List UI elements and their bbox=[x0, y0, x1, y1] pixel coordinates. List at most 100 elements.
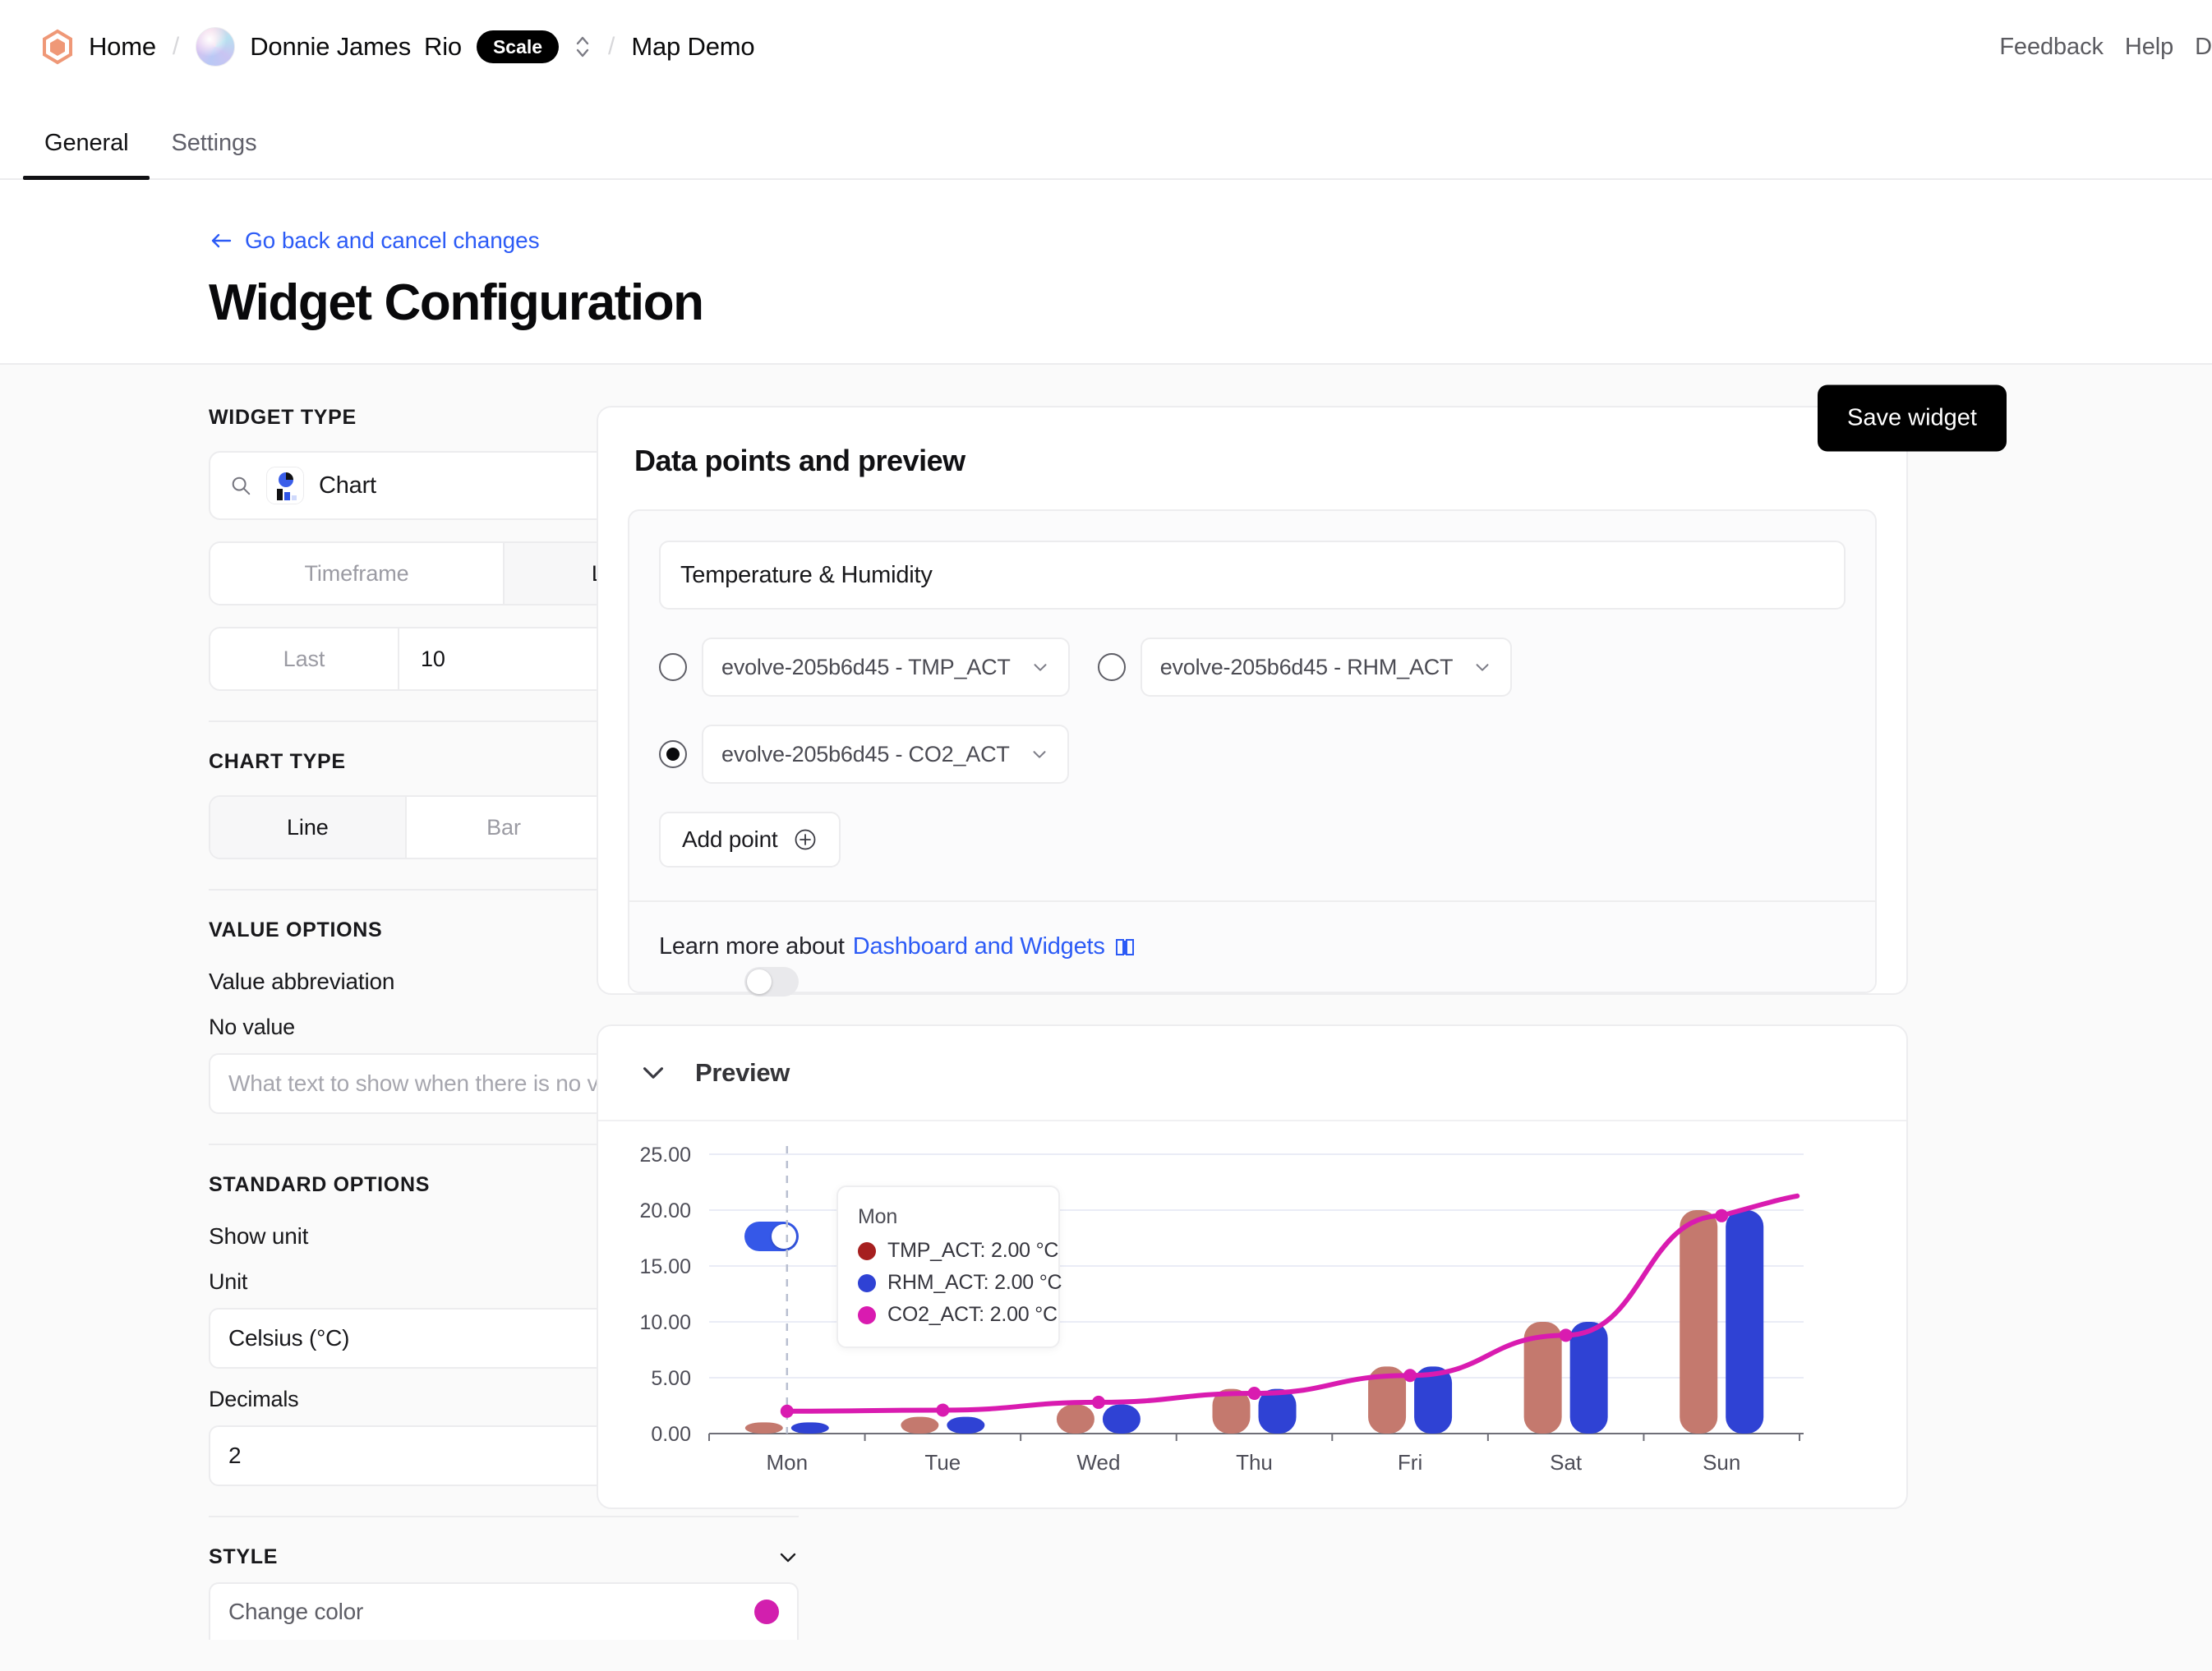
show-unit-label: Show unit bbox=[209, 1223, 308, 1250]
tooltip-row: CO2_ACT: 2.00 °C bbox=[858, 1303, 1039, 1327]
data-point-item: evolve-205b6d45 - TMP_ACT bbox=[659, 638, 1070, 697]
standard-options-label: STANDARD OPTIONS bbox=[209, 1173, 430, 1197]
chevron-down-icon[interactable] bbox=[639, 1059, 667, 1087]
breadcrumb-separator-2: / bbox=[608, 33, 615, 61]
chevron-updown-icon[interactable] bbox=[574, 30, 592, 63]
feedback-link[interactable]: Feedback bbox=[1999, 34, 2104, 61]
svg-text:Sun: Sun bbox=[1703, 1450, 1740, 1475]
main-panel: Data points and preview Temperature & Hu… bbox=[592, 406, 2212, 1671]
svg-text:20.00: 20.00 bbox=[639, 1199, 691, 1222]
chart-widget-icon bbox=[266, 467, 304, 504]
tooltip-color-dot bbox=[858, 1242, 876, 1260]
preview-card: Preview 0.00 5.00 10.00 15.00 20.00 25.00 Mon T… bbox=[597, 1024, 1908, 1509]
svg-text:5.00: 5.00 bbox=[651, 1367, 691, 1390]
tooltip-color-dot bbox=[858, 1274, 876, 1292]
svg-text:Sat: Sat bbox=[1550, 1450, 1583, 1475]
chevron-down-icon bbox=[1472, 657, 1492, 677]
top-navigation-bar: Home / Donnie James Rio Scale / Map Demo… bbox=[0, 0, 2212, 94]
svg-text:Tue: Tue bbox=[924, 1450, 961, 1475]
svg-text:15.00: 15.00 bbox=[639, 1255, 691, 1278]
widget-name-input[interactable]: Temperature & Humidity bbox=[659, 541, 1846, 610]
data-points-card: Data points and preview Temperature & Hu… bbox=[597, 406, 1908, 995]
go-back-link[interactable]: Go back and cancel changes bbox=[209, 228, 2212, 254]
data-point-item: evolve-205b6d45 - RHM_ACT bbox=[1098, 638, 1513, 697]
data-point-select[interactable]: evolve-205b6d45 - RHM_ACT bbox=[1141, 638, 1513, 697]
svg-text:Fri: Fri bbox=[1398, 1450, 1422, 1475]
change-color-label: Change color bbox=[228, 1599, 363, 1625]
plan-badge: Scale bbox=[477, 30, 559, 63]
breadcrumb-current-page: Map Demo bbox=[631, 32, 754, 62]
svg-text:Thu: Thu bbox=[1236, 1450, 1273, 1475]
preview-header[interactable]: Preview bbox=[598, 1026, 1906, 1121]
style-label: STYLE bbox=[209, 1545, 278, 1569]
tab-general[interactable]: General bbox=[23, 130, 150, 178]
search-icon bbox=[230, 475, 251, 496]
last-count-input[interactable]: 10 bbox=[399, 628, 610, 689]
svg-text:25.00: 25.00 bbox=[639, 1144, 691, 1167]
breadcrumb-separator-1: / bbox=[173, 33, 179, 61]
chart-tooltip: Mon TMP_ACT: 2.00 °C RHM_ACT: 2.00 °C CO… bbox=[836, 1185, 1060, 1348]
page-tabs: General Settings bbox=[0, 94, 2212, 180]
workspace-avatar[interactable] bbox=[196, 27, 235, 67]
value-abbreviation-label: Value abbreviation bbox=[209, 969, 394, 995]
dashboard-widgets-link[interactable]: Dashboard and Widgets bbox=[853, 933, 1105, 960]
data-point-radio-selected[interactable] bbox=[659, 740, 687, 768]
tooltip-row-label: TMP_ACT: 2.00 °C bbox=[887, 1239, 1058, 1263]
chevron-down-icon bbox=[1030, 744, 1049, 764]
chart-type-label: CHART TYPE bbox=[209, 750, 346, 774]
value-abbreviation-toggle[interactable] bbox=[744, 967, 799, 997]
tooltip-color-dot bbox=[858, 1306, 876, 1324]
unit-value: Celsius (°C) bbox=[228, 1325, 349, 1351]
tab-timeframe[interactable]: Timeframe bbox=[210, 543, 505, 604]
add-point-button[interactable]: Add point bbox=[659, 812, 841, 868]
data-point-select[interactable]: evolve-205b6d45 - TMP_ACT bbox=[702, 638, 1070, 697]
app-logo-icon[interactable] bbox=[39, 29, 76, 65]
data-point-select[interactable]: evolve-205b6d45 - CO2_ACT bbox=[702, 725, 1069, 784]
chart-type-line[interactable]: Line bbox=[210, 797, 407, 858]
breadcrumb: Home / Donnie James Rio Scale / Map Demo bbox=[39, 27, 754, 67]
svg-text:0.00: 0.00 bbox=[651, 1423, 691, 1446]
arrow-left-icon bbox=[209, 231, 233, 251]
chevron-down-icon bbox=[1030, 657, 1050, 677]
tab-settings[interactable]: Settings bbox=[150, 130, 278, 178]
tooltip-row-label: RHM_ACT: 2.00 °C bbox=[887, 1271, 1062, 1295]
chart-preview: 0.00 5.00 10.00 15.00 20.00 25.00 Mon Tue Wed Thu… bbox=[598, 1121, 1906, 1508]
preview-label: Preview bbox=[695, 1058, 790, 1088]
docs-link[interactable]: Do bbox=[2195, 34, 2212, 61]
data-point-radio[interactable] bbox=[1098, 653, 1126, 681]
svg-text:Wed: Wed bbox=[1076, 1450, 1120, 1475]
data-point-radio[interactable] bbox=[659, 653, 687, 681]
data-point-label: evolve-205b6d45 - CO2_ACT bbox=[721, 742, 1010, 767]
save-widget-button[interactable]: Save widget bbox=[1818, 385, 2007, 452]
svg-text:10.00: 10.00 bbox=[639, 1311, 691, 1334]
breadcrumb-home[interactable]: Home bbox=[89, 32, 156, 62]
value-options-label: VALUE OPTIONS bbox=[209, 918, 382, 942]
data-point-rows-2: evolve-205b6d45 - CO2_ACT bbox=[659, 725, 1846, 784]
breadcrumb-account-sub[interactable]: Rio bbox=[424, 32, 462, 62]
chart-type-bar[interactable]: Bar bbox=[407, 797, 603, 858]
top-nav-links: Feedback Help Do bbox=[1999, 0, 2212, 94]
add-point-label: Add point bbox=[682, 826, 778, 853]
plus-circle-icon bbox=[793, 827, 818, 852]
tooltip-title: Mon bbox=[858, 1205, 1039, 1229]
tooltip-row: RHM_ACT: 2.00 °C bbox=[858, 1271, 1039, 1295]
toggle-knob bbox=[747, 969, 772, 994]
data-point-label: evolve-205b6d45 - RHM_ACT bbox=[1160, 655, 1454, 680]
data-point-rows: evolve-205b6d45 - TMP_ACT evolve-205b6d4… bbox=[659, 638, 1846, 697]
page-body: WIDGET TYPE Chart bbox=[0, 365, 2212, 1671]
go-back-label: Go back and cancel changes bbox=[245, 228, 540, 254]
config-sidebar: WIDGET TYPE Chart bbox=[0, 406, 592, 1671]
tooltip-row-label: CO2_ACT: 2.00 °C bbox=[887, 1303, 1058, 1327]
widget-type-label: WIDGET TYPE bbox=[209, 406, 357, 430]
learn-more-prefix: Learn more about bbox=[659, 933, 845, 960]
svg-text:Mon: Mon bbox=[766, 1450, 808, 1475]
data-point-label: evolve-205b6d45 - TMP_ACT bbox=[721, 655, 1011, 680]
book-icon bbox=[1113, 936, 1136, 959]
help-link[interactable]: Help bbox=[2125, 34, 2173, 61]
breadcrumb-account-name[interactable]: Donnie James bbox=[250, 32, 411, 62]
learn-more-bar: Learn more about Dashboard and Widgets bbox=[629, 900, 1875, 992]
data-points-inner: Temperature & Humidity evolve-205b6d45 -… bbox=[628, 509, 1877, 993]
last-prefix-label: Last bbox=[210, 628, 399, 689]
page-header: Go back and cancel changes Widget Config… bbox=[0, 180, 2212, 365]
preview-chart: 0.00 5.00 10.00 15.00 20.00 25.00 Mon Tue Wed Thu… bbox=[598, 1139, 1906, 1485]
